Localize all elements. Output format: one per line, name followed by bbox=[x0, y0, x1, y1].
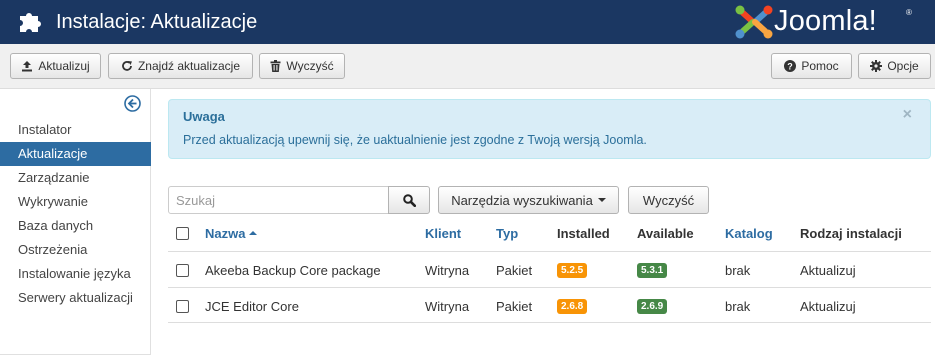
row-client: Witryna bbox=[425, 262, 470, 278]
sort-ascending-icon bbox=[249, 231, 258, 235]
search-input[interactable] bbox=[168, 186, 389, 214]
installed-version-badge: 5.2.5 bbox=[557, 262, 588, 278]
column-header-install-type: Rodzaj instalacji bbox=[800, 225, 902, 241]
sidebar-item-installer[interactable]: Instalator bbox=[0, 118, 151, 142]
search-clear-label: Wyczyść bbox=[642, 192, 695, 208]
search-icon bbox=[402, 193, 416, 207]
row-install-type: Aktualizuj bbox=[800, 262, 856, 278]
column-header-folder[interactable]: Katalog bbox=[725, 215, 773, 251]
clear-cache-button-label: Wyczyść bbox=[286, 59, 334, 73]
alert-close-button[interactable]: × bbox=[903, 106, 912, 124]
options-button-label: Opcje bbox=[887, 59, 919, 73]
puzzle-icon bbox=[20, 13, 41, 32]
row-folder: brak bbox=[725, 298, 751, 314]
sidebar-item-updates[interactable]: Aktualizacje bbox=[0, 142, 151, 166]
find-updates-button-label: Znajdź aktualizacje bbox=[137, 59, 241, 73]
column-header-installed: Installed bbox=[557, 225, 610, 241]
row-available-cell: 2.6.9 bbox=[637, 288, 668, 324]
help-button[interactable]: ? Pomoc bbox=[771, 53, 852, 79]
row-select-cell bbox=[176, 252, 189, 288]
select-all-cell bbox=[176, 215, 189, 251]
sidebar-item-warnings[interactable]: Ostrzeżenia bbox=[0, 238, 151, 262]
alert-title: Uwaga bbox=[183, 109, 225, 124]
column-header-name[interactable]: Nazwa bbox=[205, 215, 258, 251]
options-button[interactable]: Opcje bbox=[858, 53, 931, 79]
caret-down-icon bbox=[597, 198, 606, 202]
search-button[interactable] bbox=[388, 186, 430, 214]
joomla-logo-icon bbox=[735, 5, 773, 39]
search-tools-label: Narzędzia wyszukiwania bbox=[451, 192, 593, 208]
help-button-label: Pomoc bbox=[801, 59, 839, 73]
row-type: Pakiet bbox=[496, 298, 533, 314]
sidebar-item-update-sites[interactable]: Serwery aktualizacji bbox=[0, 286, 151, 310]
sidebar-item-install-languages[interactable]: Instalowanie języka bbox=[0, 262, 151, 286]
header-bar: Instalacje: Aktualizacje Joomla! ® bbox=[0, 0, 935, 44]
search-clear-button[interactable]: Wyczyść bbox=[628, 186, 709, 214]
row-name: JCE Editor Core bbox=[205, 298, 299, 314]
update-button-label: Aktualizuj bbox=[38, 59, 90, 73]
search-tools-button[interactable]: Narzędzia wyszukiwania bbox=[438, 186, 619, 214]
row-installed-cell: 2.6.8 bbox=[557, 288, 588, 324]
alert-message: Przed aktualizacją upewnij się, że uaktu… bbox=[183, 133, 647, 147]
available-version-badge: 2.6.9 bbox=[637, 298, 668, 314]
gear-icon bbox=[870, 60, 883, 72]
row-install-type: Aktualizuj bbox=[800, 298, 856, 314]
sidebar-nav: Instalator Aktualizacje Zarządzanie Wykr… bbox=[0, 118, 151, 310]
trash-icon bbox=[270, 60, 281, 72]
info-alert: Uwaga Przed aktualizacją upewnij się, że… bbox=[168, 99, 931, 159]
find-updates-button[interactable]: Znajdź aktualizacje bbox=[108, 53, 253, 79]
page-title: Instalacje: Aktualizacje bbox=[56, 11, 258, 33]
sidebar-item-database[interactable]: Baza danych bbox=[0, 214, 151, 238]
column-header-name-label: Nazwa bbox=[205, 225, 246, 241]
upload-icon bbox=[22, 61, 33, 72]
sidebar-item-manage[interactable]: Zarządzanie bbox=[0, 166, 151, 190]
registered-mark: ® bbox=[906, 8, 912, 17]
column-header-available: Available bbox=[637, 225, 694, 241]
row-available-cell: 5.3.1 bbox=[637, 252, 668, 288]
sidebar: Instalator Aktualizacje Zarządzanie Wykr… bbox=[0, 89, 151, 355]
row-select-cell bbox=[176, 288, 189, 324]
row-checkbox[interactable] bbox=[176, 263, 189, 277]
svg-text:?: ? bbox=[788, 62, 794, 72]
row-installed-cell: 5.2.5 bbox=[557, 252, 588, 288]
collapse-sidebar-icon[interactable] bbox=[124, 95, 141, 112]
table-row: JCE Editor Core Witryna Pakiet 2.6.8 2.6… bbox=[168, 287, 931, 323]
clear-cache-button[interactable]: Wyczyść bbox=[259, 53, 345, 79]
available-version-badge: 5.3.1 bbox=[637, 262, 668, 278]
row-folder: brak bbox=[725, 262, 751, 278]
update-button[interactable]: Aktualizuj bbox=[10, 53, 101, 79]
question-circle-icon: ? bbox=[784, 60, 797, 72]
select-all-checkbox[interactable] bbox=[176, 226, 189, 240]
column-header-client[interactable]: Klient bbox=[425, 215, 461, 251]
table-row: Akeeba Backup Core package Witryna Pakie… bbox=[168, 251, 931, 287]
table-header-row: Nazwa Klient Typ Installed Available Kat… bbox=[168, 215, 931, 251]
column-header-type[interactable]: Typ bbox=[496, 215, 518, 251]
joomla-logo-text: Joomla! bbox=[774, 5, 877, 37]
row-name: Akeeba Backup Core package bbox=[205, 262, 381, 278]
joomla-logo[interactable]: Joomla! ® bbox=[734, 3, 930, 41]
row-client: Witryna bbox=[425, 298, 470, 314]
refresh-icon bbox=[122, 61, 132, 71]
sidebar-item-discover[interactable]: Wykrywanie bbox=[0, 190, 151, 214]
installed-version-badge: 2.6.8 bbox=[557, 298, 588, 314]
row-type: Pakiet bbox=[496, 262, 533, 278]
toolbar: Aktualizuj Znajdź aktualizacje Wyczyść ?… bbox=[0, 44, 935, 89]
row-checkbox[interactable] bbox=[176, 299, 189, 313]
